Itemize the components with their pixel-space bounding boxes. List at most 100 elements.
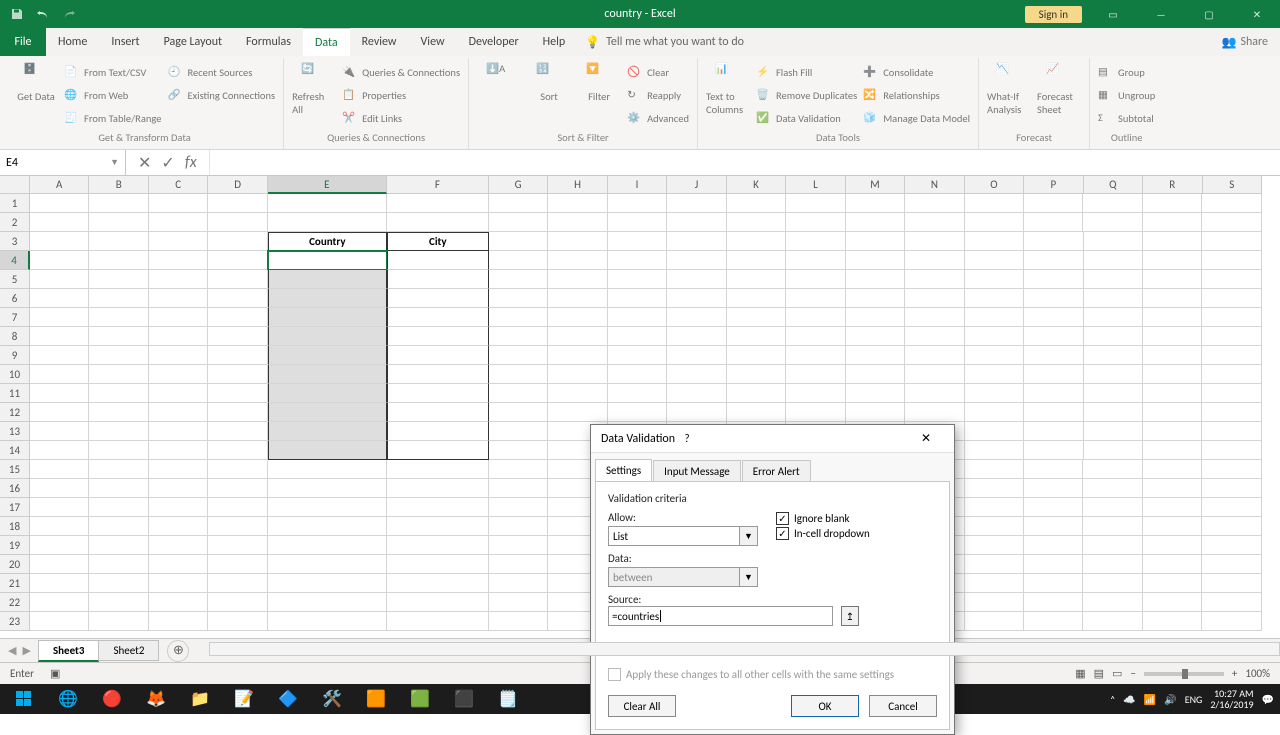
cell-J9[interactable] — [667, 346, 726, 365]
cell-B22[interactable] — [89, 593, 148, 612]
cell-Q7[interactable] — [1084, 308, 1143, 327]
cell-D3[interactable] — [208, 232, 267, 251]
cell-S20[interactable] — [1202, 555, 1261, 574]
cell-A16[interactable] — [30, 479, 89, 498]
edit-links-button[interactable]: ✂️Edit Links — [342, 108, 460, 128]
cell-G12[interactable] — [489, 403, 548, 422]
cell-A1[interactable] — [30, 194, 89, 213]
cell-C11[interactable] — [149, 384, 208, 403]
cell-E13[interactable] — [268, 422, 387, 441]
cancel-button[interactable]: Cancel — [869, 695, 937, 717]
clear-button[interactable]: 🚫Clear — [627, 62, 689, 82]
cell-M9[interactable] — [846, 346, 905, 365]
cell-R20[interactable] — [1143, 555, 1202, 574]
cell-R22[interactable] — [1143, 593, 1202, 612]
cell-E1[interactable] — [268, 194, 387, 213]
explorer-icon[interactable]: 📁 — [178, 684, 222, 714]
cell-N7[interactable] — [905, 308, 964, 327]
cell-A6[interactable] — [30, 289, 89, 308]
ribbon-options-icon[interactable]: ▭ — [1090, 0, 1136, 28]
cell-G15[interactable] — [489, 460, 548, 479]
cell-K9[interactable] — [727, 346, 786, 365]
tab-insert[interactable]: Insert — [99, 28, 151, 56]
row-header-4[interactable]: 4 — [0, 251, 30, 270]
cell-A20[interactable] — [30, 555, 89, 574]
cell-J12[interactable] — [667, 403, 726, 422]
cell-P8[interactable] — [1024, 327, 1083, 346]
cell-N1[interactable] — [905, 194, 964, 213]
cell-B15[interactable] — [89, 460, 148, 479]
cell-J11[interactable] — [667, 384, 726, 403]
cell-M4[interactable] — [846, 251, 905, 270]
flash-fill-button[interactable]: ⚡Flash Fill — [756, 62, 857, 82]
cell-L3[interactable] — [786, 232, 845, 251]
cell-P19[interactable] — [1024, 536, 1083, 555]
cell-O6[interactable] — [965, 289, 1024, 308]
cell-F16[interactable] — [387, 479, 489, 498]
cell-H12[interactable] — [548, 403, 607, 422]
cell-S6[interactable] — [1202, 289, 1261, 308]
cell-D18[interactable] — [208, 517, 267, 536]
cell-O9[interactable] — [965, 346, 1024, 365]
cell-D2[interactable] — [208, 213, 267, 232]
column-header-N[interactable]: N — [905, 176, 964, 194]
macro-record-icon[interactable]: ▣ — [50, 667, 60, 680]
tab-home[interactable]: Home — [46, 28, 99, 56]
cell-P14[interactable] — [1024, 441, 1083, 460]
cell-R8[interactable] — [1143, 327, 1202, 346]
cell-B9[interactable] — [89, 346, 148, 365]
cell-E5[interactable] — [268, 270, 387, 289]
cell-E4[interactable] — [268, 251, 387, 270]
chrome-icon[interactable]: 🔴 — [90, 684, 134, 714]
cell-Q17[interactable] — [1083, 498, 1142, 517]
zoom-out-button[interactable]: − — [1130, 667, 1135, 680]
cell-E15[interactable] — [268, 460, 387, 479]
cell-M3[interactable] — [846, 232, 905, 251]
cell-I4[interactable] — [608, 251, 667, 270]
cell-E6[interactable] — [268, 289, 387, 308]
cell-A11[interactable] — [30, 384, 89, 403]
forecast-sheet-button[interactable]: 📈Forecast Sheet — [1037, 62, 1081, 116]
note-icon[interactable]: 🗒️ — [486, 684, 530, 714]
cell-N11[interactable] — [905, 384, 964, 403]
cell-C2[interactable] — [149, 213, 208, 232]
cell-S12[interactable] — [1202, 403, 1261, 422]
cell-K8[interactable] — [727, 327, 786, 346]
cell-E8[interactable] — [268, 327, 387, 346]
cell-F8[interactable] — [387, 327, 489, 346]
cell-O18[interactable] — [965, 517, 1024, 536]
cell-D13[interactable] — [208, 422, 267, 441]
cell-C9[interactable] — [149, 346, 208, 365]
cell-C10[interactable] — [149, 365, 208, 384]
cell-P10[interactable] — [1024, 365, 1083, 384]
cell-B3[interactable] — [89, 232, 148, 251]
cell-B13[interactable] — [89, 422, 148, 441]
cell-P18[interactable] — [1024, 517, 1083, 536]
cell-R11[interactable] — [1143, 384, 1202, 403]
cell-S9[interactable] — [1202, 346, 1261, 365]
cell-B5[interactable] — [89, 270, 148, 289]
column-header-G[interactable]: G — [489, 176, 548, 194]
cell-M5[interactable] — [846, 270, 905, 289]
cell-G22[interactable] — [489, 593, 548, 612]
row-header-23[interactable]: 23 — [0, 612, 30, 631]
from-text-csv-button[interactable]: 📄From Text/CSV — [64, 62, 161, 82]
cell-D6[interactable] — [208, 289, 267, 308]
cell-E7[interactable] — [268, 308, 387, 327]
cell-H2[interactable] — [548, 213, 607, 232]
cell-H9[interactable] — [548, 346, 607, 365]
cell-G14[interactable] — [489, 441, 548, 460]
undo-icon[interactable] — [32, 3, 54, 25]
add-sheet-button[interactable]: ⊕ — [167, 640, 189, 662]
cell-P4[interactable] — [1024, 251, 1083, 270]
cell-Q1[interactable] — [1083, 194, 1142, 213]
cell-S8[interactable] — [1202, 327, 1261, 346]
column-header-C[interactable]: C — [149, 176, 208, 194]
chevron-down-icon[interactable]: ▼ — [740, 526, 758, 546]
row-header-5[interactable]: 5 — [0, 270, 30, 289]
cell-O2[interactable] — [965, 213, 1024, 232]
cell-Q20[interactable] — [1083, 555, 1142, 574]
minimize-icon[interactable]: — — [1138, 0, 1184, 28]
cell-P9[interactable] — [1024, 346, 1083, 365]
cell-B2[interactable] — [89, 213, 148, 232]
